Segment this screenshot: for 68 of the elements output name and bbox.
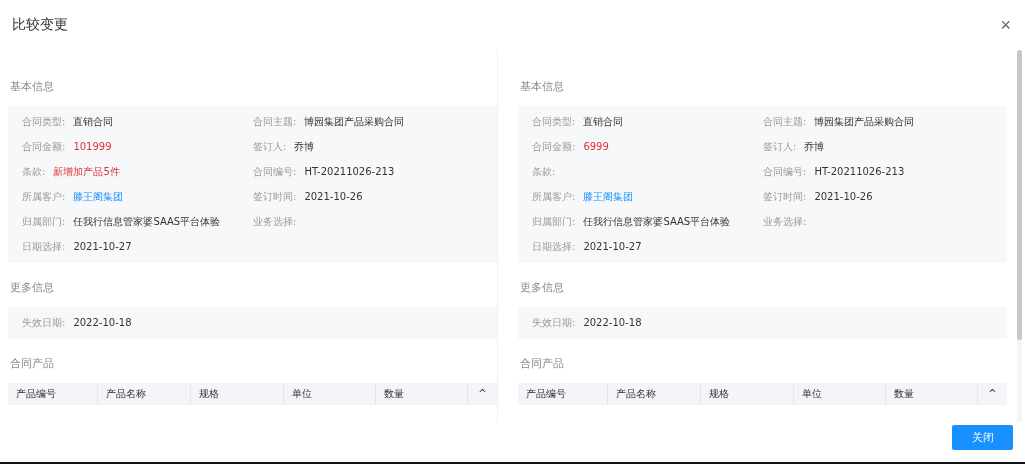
field-label: 日期选择:	[22, 240, 66, 254]
field-label: 条款:	[22, 165, 46, 179]
customer-link[interactable]: 滕王阁集团	[73, 189, 124, 205]
field-value: HT-20211026-213	[814, 165, 905, 179]
field-value: 直销合同	[583, 115, 624, 129]
field-label: 签订时间:	[253, 190, 297, 204]
column-header: 产品编号	[518, 383, 608, 405]
column-header: 数量	[376, 383, 468, 405]
field-label: 合同金额:	[22, 140, 66, 154]
field-value: 2022-10-18	[73, 316, 132, 330]
column-header: 规格	[701, 383, 794, 405]
field-value: 乔博	[294, 140, 315, 154]
field-value: 2022-10-18	[583, 316, 642, 330]
field-label: 合同类型:	[532, 115, 576, 129]
field-value: 任我行信息管家婆SAAS平台体验	[73, 215, 221, 229]
dialog-title: 比较变更	[12, 16, 68, 34]
field-label: 合同金额:	[532, 140, 576, 154]
close-button[interactable]: 关闭	[952, 425, 1013, 450]
field-value: 博园集团产品采购合同	[814, 115, 915, 129]
field-label: 失效日期:	[22, 316, 66, 330]
field-label: 合同主题:	[253, 115, 297, 129]
section-title: 基本信息	[10, 80, 55, 94]
column-header: 数量	[886, 383, 978, 405]
field-label: 条款:	[532, 165, 556, 179]
field-label: 合同编号:	[253, 165, 297, 179]
section-title: 合同产品	[10, 357, 55, 371]
field-label: 合同类型:	[22, 115, 66, 129]
column-header: 规格	[191, 383, 284, 405]
section-title: 更多信息	[10, 281, 55, 295]
field-value: 博园集团产品采购合同	[304, 115, 405, 129]
field-label: 所属客户:	[532, 190, 576, 204]
column-header: 单位	[794, 383, 886, 405]
field-label: 业务选择:	[253, 215, 297, 229]
field-label: 签订人:	[253, 140, 287, 154]
field-value: 2021-10-26	[304, 190, 363, 204]
customer-link[interactable]: 滕王阁集团	[583, 189, 634, 205]
section-title: 更多信息	[520, 281, 565, 295]
field-label: 业务选择:	[763, 215, 807, 229]
caret-icon[interactable]: ^	[468, 383, 497, 405]
scrollbar-thumb[interactable]	[1017, 50, 1022, 340]
section-title: 基本信息	[520, 80, 565, 94]
field-label: 所属客户:	[22, 190, 66, 204]
field-value: 6999	[583, 140, 609, 154]
close-button[interactable]: ×	[996, 14, 1015, 36]
field-label: 合同编号:	[763, 165, 807, 179]
field-label: 日期选择:	[532, 240, 576, 254]
field-value: HT-20211026-213	[304, 165, 395, 179]
field-value: 2021-10-26	[814, 190, 873, 204]
field-label: 归属部门:	[532, 215, 576, 229]
field-value: 新增加产品5件	[53, 165, 120, 179]
field-label: 失效日期:	[532, 316, 576, 330]
section-title: 合同产品	[520, 357, 565, 371]
column-header: 单位	[284, 383, 376, 405]
field-label: 签订时间:	[763, 190, 807, 204]
column-header: 产品编号	[8, 383, 98, 405]
field-value: 直销合同	[73, 115, 114, 129]
field-value: 乔博	[804, 140, 825, 154]
scrollbar[interactable]	[1017, 50, 1022, 422]
field-value: 2021-10-27	[583, 240, 642, 254]
field-label: 签订人:	[763, 140, 797, 154]
field-label: 合同主题:	[763, 115, 807, 129]
column-header: 产品名称	[98, 383, 191, 405]
field-label: 归属部门:	[22, 215, 66, 229]
field-value: 101999	[73, 140, 112, 154]
column-header: 产品名称	[608, 383, 701, 405]
field-value: 任我行信息管家婆SAAS平台体验	[583, 215, 731, 229]
field-value: 2021-10-27	[73, 240, 132, 254]
caret-icon[interactable]: ^	[978, 383, 1007, 405]
